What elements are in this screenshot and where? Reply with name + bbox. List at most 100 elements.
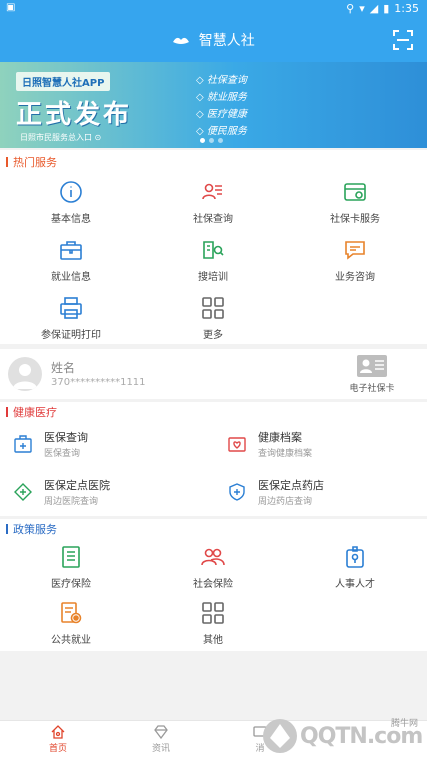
policy-medical-insurance[interactable]: 医疗保险 (11, 545, 131, 590)
user-id-number: 370**********1111 (51, 377, 146, 388)
policy-personnel-talent[interactable]: 人事人才 (295, 545, 415, 590)
chat-icon (345, 241, 365, 260)
service-label: 业务咨询 (335, 272, 375, 283)
service-search-training[interactable]: 搜培训 (153, 238, 273, 283)
service-label: 更多 (203, 330, 223, 341)
user-name: 姓名 (51, 361, 76, 375)
policy-label: 医疗保险 (51, 579, 91, 590)
pager-dot[interactable] (218, 138, 223, 143)
health-item-subtitle: 周边医院查询 (44, 497, 99, 507)
service-label: 基本信息 (51, 214, 91, 225)
health-item-title: 健康档案 (258, 431, 302, 444)
document-icon (62, 546, 80, 568)
health-item-title: 医保查询 (44, 431, 88, 444)
nav-home[interactable]: 首页 (28, 725, 88, 754)
policy-label: 人事人才 (335, 579, 375, 590)
briefcase-icon (60, 241, 82, 260)
app-bar: 智慧人社 (0, 18, 427, 62)
service-label: 搜培训 (198, 272, 228, 283)
battery-icon: ▮ (383, 2, 390, 15)
badge-icon (346, 546, 364, 568)
status-time: 1:35 (394, 2, 419, 15)
watermark-text: QQTN.com (300, 724, 423, 749)
health-file-icon (228, 437, 246, 452)
avatar[interactable] (8, 357, 42, 391)
banner-headline: 正式发布 (16, 100, 133, 130)
service-label: 社保查询 (193, 214, 233, 225)
grid-icon (202, 297, 224, 319)
hospital-icon (14, 483, 32, 501)
scan-icon[interactable] (393, 30, 413, 50)
banner-tag: 日照智慧人社APP (16, 72, 111, 91)
nav-label: 资讯 (151, 744, 170, 754)
policy-label: 公共就业 (51, 635, 91, 646)
health-item-subtitle: 周边药店查询 (258, 497, 313, 507)
service-insurance-certificate-print[interactable]: 参保证明打印 (11, 296, 131, 341)
banner-entry: 日照市民服务总入口 ⊙ (20, 133, 102, 142)
policy-public-employment[interactable]: 公共就业 (11, 601, 131, 646)
avatar-icon (13, 364, 37, 389)
pager-dot-active[interactable] (200, 138, 205, 143)
electronic-card-label: 电子社保卡 (349, 384, 395, 394)
health-item-subtitle: 查询健康档案 (258, 449, 313, 459)
nav-label: 首页 (48, 744, 67, 754)
employment-icon (61, 602, 82, 624)
service-label: 就业信息 (51, 272, 91, 283)
health-records[interactable]: 健康档案 查询健康档案 (228, 429, 427, 469)
banner-feature: 医疗健康 (196, 106, 247, 123)
policy-section: 政策服务 医疗保险 社会保险 人事人才 公共就业 其他 (0, 519, 427, 651)
hot-services-title: 热门服务 (6, 154, 57, 170)
health-insurance-query[interactable]: 医保查询 医保查询 (14, 429, 214, 469)
user-profile-card[interactable]: 姓名 370**********1111 电子社保卡 (0, 349, 427, 399)
service-label: 参保证明打印 (41, 330, 101, 341)
search-book-icon (203, 241, 224, 259)
location-icon: ⚲ (346, 2, 355, 15)
policy-other[interactable]: 其他 (153, 601, 273, 646)
promo-banner[interactable]: 日照智慧人社APP 正式发布 日照市民服务总入口 ⊙ 社保查询 就业服务 医疗健… (0, 62, 427, 148)
policy-label: 其他 (203, 635, 223, 646)
electronic-card-icon (357, 355, 387, 377)
signal-icon: ◢ (369, 2, 379, 15)
notification-icon: ▣ (6, 2, 16, 13)
wifi-icon: ▾ (359, 2, 365, 15)
service-more[interactable]: 更多 (153, 296, 273, 341)
banner-feature: 社保查询 (196, 72, 247, 89)
news-icon (154, 725, 168, 739)
id-card-icon (202, 183, 222, 200)
service-social-security-query[interactable]: 社保查询 (153, 180, 273, 225)
designated-pharmacy[interactable]: 医保定点药店 周边药店查询 (228, 477, 427, 517)
home-icon (51, 725, 65, 739)
service-basic-info[interactable]: 基本信息 (11, 180, 131, 225)
status-bar: ▣ ⚲ ▾ ◢ ▮ 1:35 (0, 0, 427, 18)
hot-services-section: 热门服务 基本信息 社保查询 社保卡服务 就业信息 搜培训 业务咨询 参保证明打… (0, 150, 427, 344)
banner-feature: 就业服务 (196, 89, 247, 106)
app-title: 智慧人社 (198, 33, 255, 49)
printer-icon (60, 297, 82, 319)
policy-social-insurance[interactable]: 社会保险 (153, 545, 273, 590)
health-section-title: 健康医疗 (6, 404, 57, 420)
pager-dot[interactable] (209, 138, 214, 143)
grid-icon (202, 602, 224, 624)
service-employment-info[interactable]: 就业信息 (11, 238, 131, 283)
electronic-social-card-button[interactable]: 电子社保卡 (337, 355, 407, 394)
card-icon (344, 183, 366, 201)
medkit-icon (14, 435, 32, 453)
service-business-consult[interactable]: 业务咨询 (295, 238, 415, 283)
health-item-title: 医保定点药店 (258, 479, 324, 492)
health-item-subtitle: 医保查询 (44, 449, 81, 459)
banner-pager-dots (200, 138, 223, 143)
app-logo-icon (173, 37, 190, 44)
designated-hospital[interactable]: 医保定点医院 周边医院查询 (14, 477, 214, 517)
health-item-title: 医保定点医院 (44, 479, 110, 492)
health-section: 健康医疗 医保查询 医保查询 健康档案 查询健康档案 医保定点医院 周边医院查询… (0, 402, 427, 516)
service-label: 社保卡服务 (330, 214, 380, 225)
service-social-card[interactable]: 社保卡服务 (295, 180, 415, 225)
info-icon (60, 181, 82, 203)
watermark: 腾牛网 QQTN.com (256, 712, 426, 758)
app-title-group: 智慧人社 (0, 30, 427, 50)
watermark-logo-icon (263, 719, 297, 753)
policy-section-title: 政策服务 (6, 521, 57, 537)
pharmacy-icon (229, 483, 245, 501)
banner-feature-list: 社保查询 就业服务 医疗健康 便民服务 (196, 72, 247, 140)
nav-news[interactable]: 资讯 (131, 725, 191, 754)
